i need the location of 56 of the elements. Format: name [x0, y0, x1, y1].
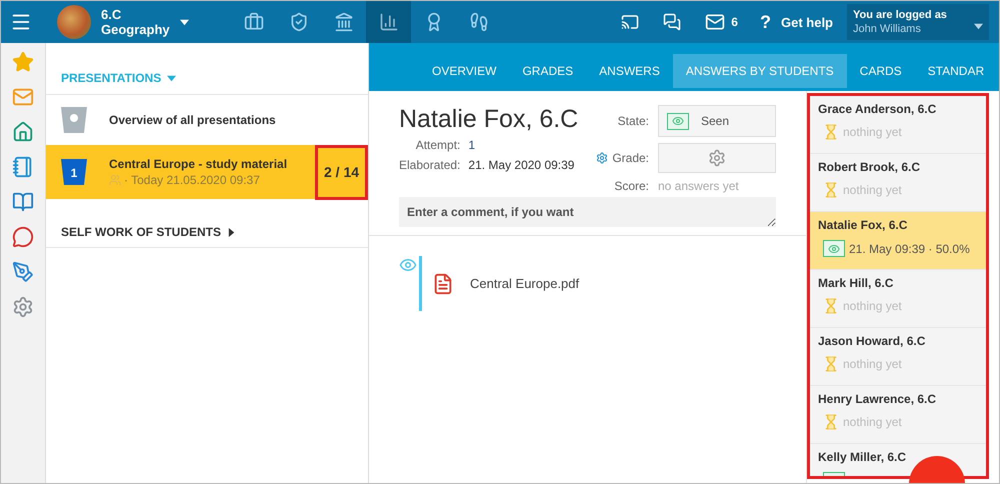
gear-icon	[596, 152, 608, 164]
home-icon[interactable]	[12, 121, 34, 143]
pdf-icon	[432, 272, 454, 294]
users-icon	[109, 174, 121, 186]
mail-icon[interactable]	[12, 86, 34, 108]
chat-icon[interactable]	[12, 226, 34, 248]
presentation-title: Central Europe - study material	[109, 157, 288, 171]
elaborated-label: Elaborated:	[399, 158, 460, 172]
self-work-menu[interactable]: SELF WORK OF STUDENTS	[46, 225, 368, 248]
state-label: State:	[616, 114, 649, 128]
eye-icon	[823, 240, 845, 257]
state-field[interactable]: Seen	[658, 105, 776, 137]
chart-icon[interactable]	[366, 1, 411, 43]
score-value: no answers yet	[658, 179, 740, 193]
hourglass-icon	[823, 414, 839, 430]
comment-field[interactable]: Enter a comment, if you want	[399, 197, 776, 227]
caret-icon	[167, 74, 176, 82]
course-avatar	[57, 5, 91, 39]
caret-icon	[974, 22, 983, 31]
mail-icon	[705, 12, 726, 32]
hourglass-icon	[823, 298, 839, 314]
chat-icon	[663, 13, 682, 31]
help-button[interactable]: ? Get help	[750, 1, 847, 43]
hourglass-icon	[823, 124, 839, 140]
settings-icon[interactable]	[12, 296, 34, 318]
book-icon[interactable]	[12, 191, 34, 213]
hourglass-icon	[823, 356, 839, 372]
number-badge: 1	[61, 159, 87, 185]
gear-icon	[708, 149, 726, 167]
notebook-icon[interactable]	[12, 156, 34, 178]
elaborated-value: 21. May 2020 09:39	[468, 158, 576, 172]
presentation-date: · Today 21.05.2020 09:37	[124, 173, 260, 187]
pen-icon[interactable]	[12, 261, 34, 283]
attempt-value: 1	[468, 138, 476, 152]
star-icon[interactable]	[12, 51, 34, 73]
submission-count: 2 / 14	[315, 144, 368, 200]
presentation-icon	[61, 107, 87, 133]
cast-icon	[621, 13, 640, 31]
attempt-label: Attempt:	[414, 138, 460, 152]
eye-icon	[399, 256, 417, 274]
user-menu[interactable]: You are logged as John Williams	[847, 4, 989, 40]
overview-link[interactable]: Overview of all presentations	[109, 113, 276, 127]
mail-button[interactable]: 6	[693, 1, 750, 43]
presentation-item[interactable]: 1 Central Europe - study material · Today 21.05.2020 09:37 2 / 14	[46, 145, 368, 199]
score-label: Score:	[613, 179, 649, 193]
course-name: Geography	[101, 22, 170, 37]
file-link[interactable]: Central Europe.pdf	[470, 276, 580, 291]
eye-icon	[667, 112, 689, 130]
course-code: 6.C	[101, 7, 122, 22]
grade-button[interactable]	[658, 143, 776, 173]
caret-icon	[180, 18, 189, 26]
hourglass-icon	[823, 182, 839, 198]
caret-icon	[227, 228, 236, 236]
grade-label: Grade:	[612, 151, 649, 165]
student-item[interactable]: Natalie Fox, 6.C 21. May 09:39 · 50.0%	[810, 212, 986, 270]
student-name: Natalie Fox, 6.C	[399, 105, 578, 134]
